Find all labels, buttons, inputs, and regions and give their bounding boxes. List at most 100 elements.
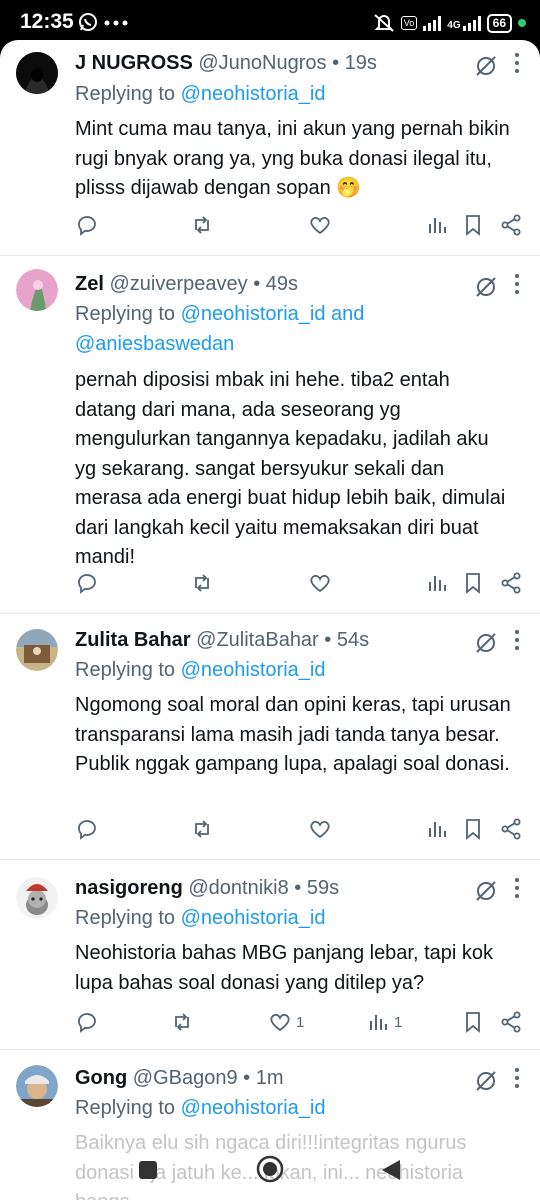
heart-icon [310,216,330,235]
mention-link[interactable]: @neohistoria_id [181,83,326,105]
tweet-header: J NUGROSS @JunoNugros • 19s [75,52,377,75]
tweet-text: Ngomong soal moral dan opini keras, tapi… [75,694,511,775]
bookmark-button[interactable] [461,570,485,596]
share-button[interactable] [499,816,523,842]
like-button[interactable]: 1 [268,1009,304,1035]
volte-icon: Vo [400,16,418,30]
grok-icon[interactable] [474,1069,498,1093]
handle[interactable]: @GBagon9 [133,1067,238,1089]
bookmark-icon [466,215,480,236]
back-button[interactable] [380,1158,402,1182]
avatar[interactable] [16,629,58,671]
like-button[interactable] [308,212,336,238]
tweet-header: Zulita Bahar @ZulitaBahar • 54s [75,629,369,652]
views-button[interactable] [425,816,453,842]
display-name[interactable]: Zel [75,273,104,295]
views-icon [429,576,446,591]
avatar[interactable] [16,877,58,919]
display-name[interactable]: J NUGROSS [75,52,193,74]
share-button[interactable] [499,212,523,238]
grok-icon[interactable] [474,631,498,655]
display-name[interactable]: nasigoreng [75,877,183,899]
grok-icon[interactable] [474,54,498,78]
views-icon [370,1015,387,1030]
handle[interactable]: @JunoNugros [198,52,326,74]
mention-link[interactable]: @neohistoria_id and [181,303,365,325]
reply-tweet[interactable]: Zel @zuiverpeavey • 49s Replying to @neo… [0,255,540,614]
bookmark-button[interactable] [461,816,485,842]
replying-prefix: Replying to [75,83,176,105]
reply-icon [78,216,96,236]
reply-button[interactable] [75,816,99,842]
handle[interactable]: @ZulitaBahar [196,629,319,651]
avatar[interactable] [16,269,58,311]
battery-icon: 66 [486,13,512,33]
bookmark-icon [466,1012,480,1033]
more-options-icon[interactable] [514,877,520,899]
like-button[interactable] [308,816,336,842]
reply-button[interactable] [75,1009,99,1035]
share-icon [501,818,521,840]
grok-icon[interactable] [474,879,498,903]
reply-button[interactable] [75,570,99,596]
reply-icon [78,574,96,594]
grok-icon[interactable] [474,275,498,299]
reply-icon [78,1013,96,1033]
views-button[interactable]: 1 [366,1009,402,1035]
retweet-icon [175,1013,189,1031]
timestamp: • 49s [253,273,298,295]
retweet-button[interactable] [190,816,214,842]
tweet-header: Gong @GBagon9 • 1m [75,1067,284,1090]
timestamp: • 1m [243,1067,284,1089]
reply-tweet[interactable]: J NUGROSS @JunoNugros • 19s Replying to … [0,40,540,256]
replying-to: Replying to @neohistoria_id [75,1093,325,1123]
replying-prefix: Replying to [75,303,176,325]
more-options-icon[interactable] [514,629,520,651]
mention-link[interactable]: @neohistoria_id [181,659,326,681]
replying-to: Replying to @neohistoria_id [75,655,325,685]
reply-tweet[interactable]: nasigoreng @dontniki8 • 59s Replying to … [0,859,540,1050]
reply-button[interactable] [75,212,99,238]
4g-signal-icon: 4G [447,15,481,31]
display-name[interactable]: Zulita Bahar [75,629,191,651]
reply-tweet[interactable]: Zulita Bahar @ZulitaBahar • 54s Replying… [0,613,540,860]
recents-button[interactable] [138,1160,158,1180]
retweet-icon [195,820,209,838]
share-button[interactable] [499,1009,523,1035]
more-options-icon[interactable] [514,273,520,295]
retweet-button[interactable] [190,570,214,596]
replying-prefix: Replying to [75,659,176,681]
views-button[interactable] [425,570,453,596]
avatar[interactable] [16,52,58,94]
like-button[interactable] [308,570,336,596]
tweet-text: pernah diposisi mbak ini hehe. tiba2 ent… [75,369,506,568]
retweet-icon [195,574,209,592]
views-button[interactable] [425,212,453,238]
replies-list[interactable]: J NUGROSS @JunoNugros • 19s Replying to … [0,40,540,1200]
handle[interactable]: @dontniki8 [188,877,288,899]
mention-link[interactable]: @neohistoria_id [181,907,326,929]
handle[interactable]: @zuiverpeavey [109,273,247,295]
share-button[interactable] [499,570,523,596]
bookmark-button[interactable] [461,212,485,238]
tweet-actions [0,816,540,846]
replying-to: Replying to @neohistoria_id [75,903,325,933]
bookmark-button[interactable] [461,1009,485,1035]
more-options-icon[interactable] [514,52,520,74]
tweet-actions: 1 1 [0,1009,540,1039]
mention-link[interactable]: @aniesbaswedan [75,333,234,355]
status-left-icons [78,12,129,34]
signal-icon [423,15,442,31]
share-icon [501,214,521,236]
retweet-button[interactable] [190,212,214,238]
bookmark-icon [466,819,480,840]
privacy-indicator-dot [518,19,526,27]
home-button[interactable] [256,1155,284,1183]
timestamp: • 54s [324,629,370,651]
mention-link[interactable]: @neohistoria_id [181,1097,326,1119]
more-options-icon[interactable] [514,1067,520,1089]
avatar[interactable] [16,1065,58,1107]
display-name[interactable]: Gong [75,1067,127,1089]
retweet-button[interactable] [170,1009,194,1035]
heart-icon [310,574,330,593]
